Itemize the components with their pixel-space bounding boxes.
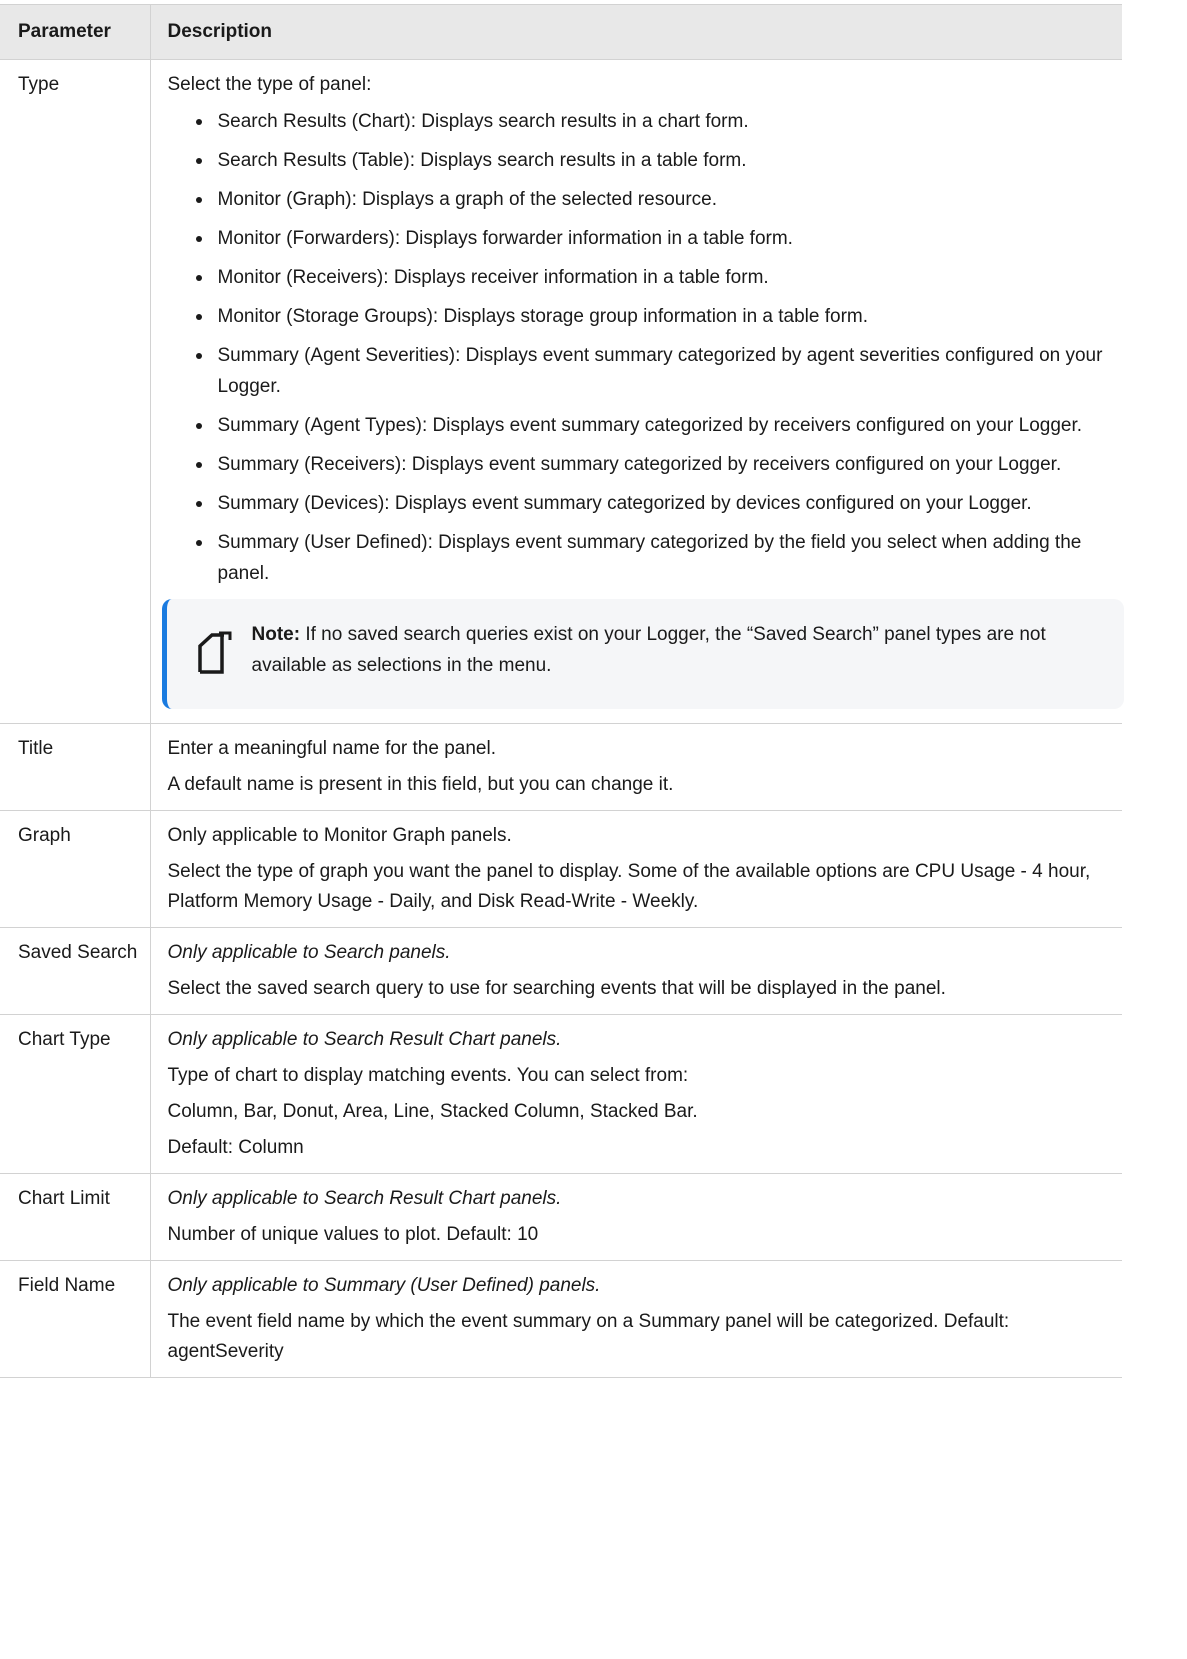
note-label: Note: [251, 624, 301, 645]
note-body: If no saved search queries exist on your… [251, 624, 1046, 676]
description-line: Only applicable to Summary (User Defined… [167, 1275, 601, 1296]
description-line: Only applicable to Search panels. [167, 942, 451, 963]
panel-type-list: Search Results (Chart): Displays search … [168, 106, 1115, 589]
table-row: Graph Only applicable to Monitor Graph pa… [0, 810, 1122, 928]
table-row: Chart Type Only applicable to Search Resu… [0, 1014, 1122, 1174]
description-line: Only applicable to Search Result Chart p… [167, 1188, 562, 1209]
description-line: Select the type of graph you want the pa… [167, 861, 1091, 912]
type-intro: Select the type of panel: [167, 74, 372, 95]
header-description: Description [149, 4, 1122, 60]
param-cell: Title [0, 723, 150, 811]
list-item: Search Results (Chart): Displays search … [195, 106, 1115, 137]
description-cell: Only applicable to Summary (User Defined… [149, 1260, 1122, 1378]
param-cell: Type [0, 59, 150, 724]
note-icon [197, 631, 231, 674]
description-cell: Only applicable to Search Result Chart p… [149, 1014, 1122, 1174]
list-item: Summary (Agent Severities): Displays eve… [195, 340, 1115, 402]
param-cell: Field Name [0, 1260, 150, 1378]
description-line: Type of chart to display matching events… [167, 1065, 689, 1086]
param-cell: Saved Search [0, 927, 150, 1015]
description-line: Default: Column [167, 1137, 304, 1158]
list-item: Monitor (Storage Groups): Displays stora… [195, 301, 1115, 332]
table-row: Field Name Only applicable to Summary (Us… [0, 1260, 1122, 1378]
table-row: Chart Limit Only applicable to Search Res… [0, 1173, 1122, 1261]
list-item: Summary (Devices): Displays event summar… [195, 488, 1115, 519]
list-item: Summary (User Defined): Displays event s… [195, 527, 1115, 589]
description-line: Select the saved search query to use for… [167, 978, 946, 999]
list-item: Search Results (Table): Displays search … [195, 145, 1115, 176]
description-cell: Only applicable to Monitor Graph panels.… [149, 810, 1122, 928]
description-line: Number of unique values to plot. Default… [167, 1224, 539, 1245]
description-line: A default name is present in this field,… [167, 774, 674, 795]
table-header-row: Parameter Description [0, 4, 1122, 60]
list-item: Summary (Agent Types): Displays event su… [195, 410, 1115, 441]
table-row: Saved Search Only applicable to Search pa… [0, 927, 1122, 1015]
param-cell: Chart Type [0, 1014, 150, 1174]
list-item: Summary (Receivers): Displays event summ… [195, 449, 1115, 480]
description-line: Enter a meaningful name for the panel. [167, 738, 496, 759]
list-item: Monitor (Receivers): Displays receiver i… [195, 262, 1115, 293]
description-cell: Select the type of panel: Search Results… [149, 59, 1124, 724]
list-item: Monitor (Forwarders): Displays forwarder… [195, 223, 1115, 254]
description-cell: Only applicable to Search panels. Select … [149, 927, 1122, 1015]
description-line: Only applicable to Monitor Graph panels. [167, 825, 512, 846]
table-row: Title Enter a meaningful name for the pan… [0, 723, 1122, 811]
description-line: Only applicable to Search Result Chart p… [167, 1029, 562, 1050]
param-cell: Chart Limit [0, 1173, 150, 1261]
note-box: Note: If no saved search queries exist o… [161, 599, 1124, 709]
description-cell: Enter a meaningful name for the panel. A … [149, 723, 1122, 811]
description-line: The event field name by which the event … [167, 1311, 1010, 1362]
description-line: Column, Bar, Donut, Area, Line, Stacked … [167, 1101, 698, 1122]
description-cell: Only applicable to Search Result Chart p… [149, 1173, 1122, 1261]
table-row-type: Type Select the type of panel: Search Re… [0, 59, 1124, 724]
parameters-table: Parameter Description Type Select the ty… [0, 4, 1124, 1378]
param-cell: Graph [0, 810, 150, 928]
header-parameter: Parameter [0, 4, 150, 60]
note-text: Note: If no saved search queries exist o… [252, 624, 1046, 676]
list-item: Monitor (Graph): Displays a graph of the… [195, 184, 1115, 215]
